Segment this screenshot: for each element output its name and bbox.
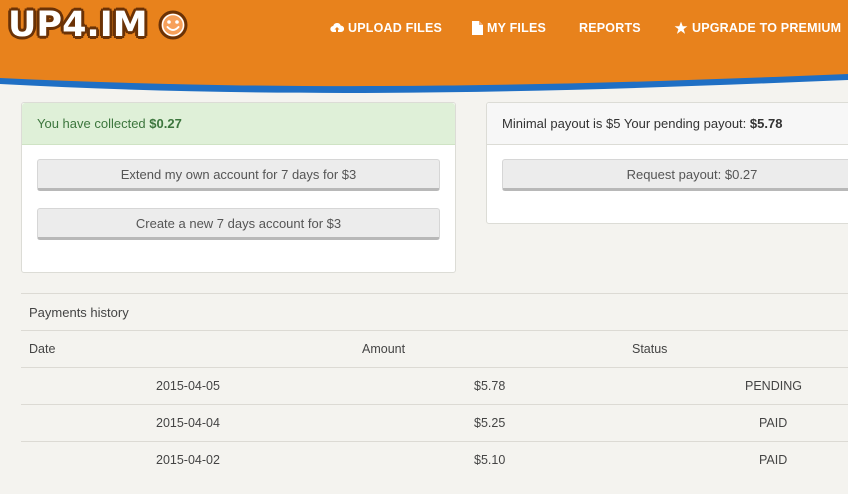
header-wave: [0, 62, 848, 93]
payout-panel: Minimal payout is $5 Your pending payout…: [486, 102, 848, 224]
nav-reports[interactable]: REPORTS: [579, 18, 641, 38]
collected-text: You have collected: [37, 116, 146, 131]
divider: [21, 404, 848, 405]
pending-payout-amount: $5.78: [749, 116, 783, 131]
main-nav: UPLOAD FILES MY FILES REPORTS UPGRADE TO…: [0, 18, 848, 38]
divider: [21, 441, 848, 442]
create-account-button[interactable]: Create a new 7 days account for $3: [37, 208, 440, 240]
nav-my-files-label: MY FILES: [487, 21, 547, 35]
extend-account-button[interactable]: Extend my own account for 7 days for $3: [37, 159, 440, 191]
divider: [21, 367, 848, 368]
nav-upload-label: UPLOAD FILES: [348, 21, 443, 35]
column-header-amount: Amount: [362, 342, 406, 356]
divider: [21, 330, 848, 331]
nav-upload-files[interactable]: UPLOAD FILES: [330, 18, 442, 38]
row-status: PAID: [759, 416, 788, 430]
collected-amount: $0.27: [149, 116, 182, 131]
row-date: 2015-04-05: [156, 379, 220, 393]
column-header-date: Date: [29, 342, 56, 356]
payout-info-text: Minimal payout is $5 Your pending payout…: [502, 116, 747, 131]
payout-info: Minimal payout is $5 Your pending payout…: [487, 103, 848, 145]
nav-my-files[interactable]: MY FILES: [472, 18, 546, 38]
row-status: PAID: [759, 453, 788, 467]
request-payout-button[interactable]: Request payout: $0.27: [502, 159, 848, 191]
collected-panel: You have collected $0.27 Extend my own a…: [21, 102, 456, 273]
cloud-upload-icon: [330, 22, 344, 33]
row-date: 2015-04-02: [156, 453, 220, 467]
payments-history-title: Payments history: [29, 305, 129, 320]
row-status: PENDING: [745, 379, 802, 393]
collected-alert: You have collected $0.27: [22, 103, 455, 145]
row-amount: $5.25: [474, 416, 506, 430]
divider: [21, 293, 848, 294]
row-amount: $5.10: [474, 453, 506, 467]
column-header-status: Status: [632, 342, 668, 356]
star-icon: [674, 21, 688, 34]
nav-upgrade-premium[interactable]: UPGRADE TO PREMIUM: [674, 18, 841, 38]
row-amount: $5.78: [474, 379, 506, 393]
nav-upgrade-label: UPGRADE TO PREMIUM: [692, 21, 842, 35]
row-date: 2015-04-04: [156, 416, 220, 430]
file-icon: [472, 21, 483, 35]
nav-reports-label: REPORTS: [579, 21, 641, 35]
